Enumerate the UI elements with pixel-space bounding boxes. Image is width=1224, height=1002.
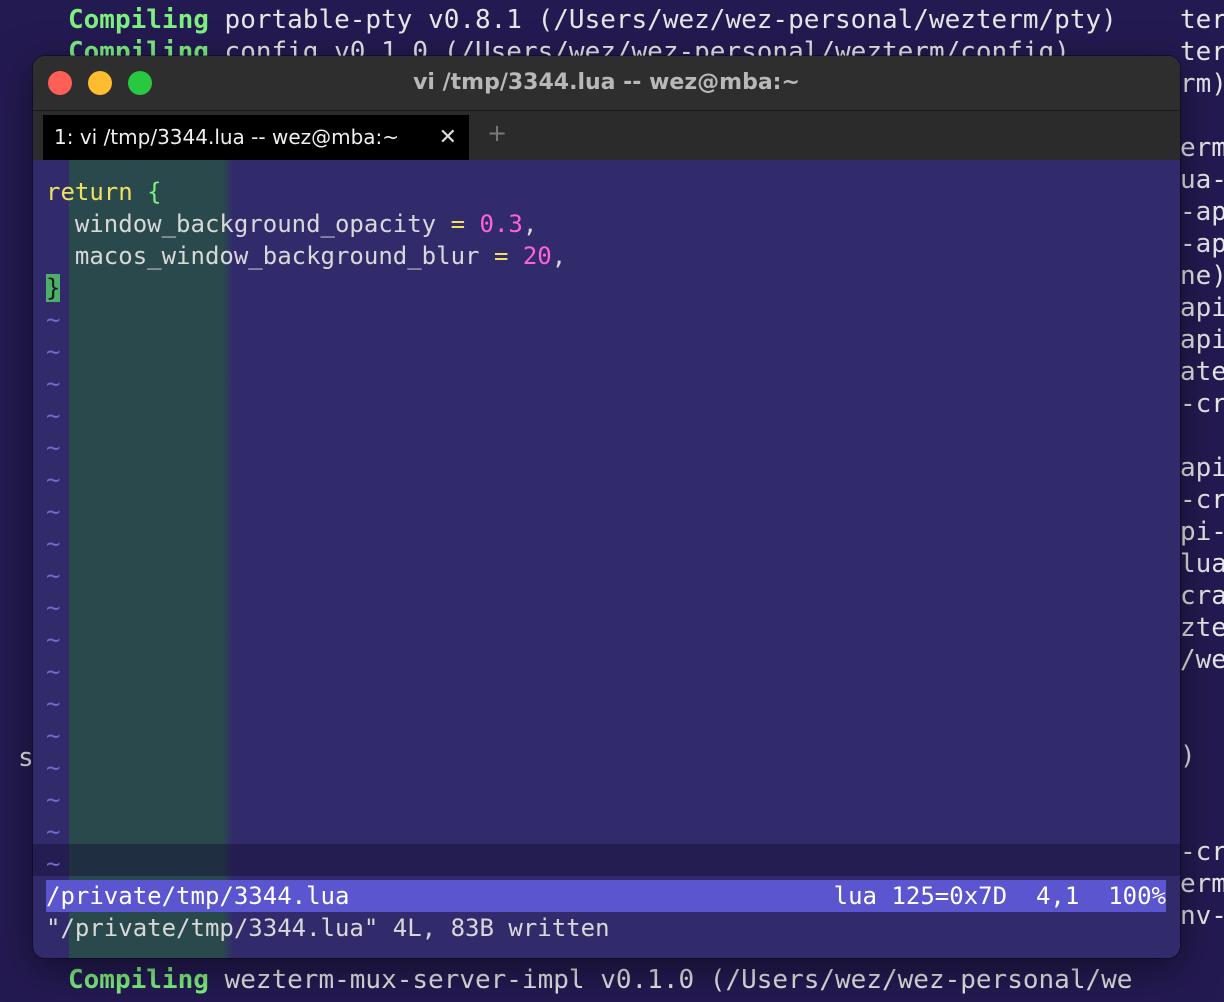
bg-right-fragment: -cr: [1180, 837, 1224, 867]
tilde-marker: ~: [46, 626, 61, 654]
new-tab-button[interactable]: +: [487, 119, 507, 147]
tilde-marker: ~: [46, 498, 61, 526]
window-title: vi /tmp/3344.lua -- wez@mba:~: [413, 70, 800, 95]
bg-right-fragment: nv-: [1180, 901, 1224, 931]
terminal-window[interactable]: vi /tmp/3344.lua -- wez@mba:~ 1: vi /tmp…: [33, 56, 1180, 958]
bg-right-fragment: ua-: [1180, 165, 1224, 195]
bg-right-fragment: [1180, 772, 1224, 804]
bg-right-fragment: [1180, 708, 1224, 740]
bg-keyword: Compiling: [68, 965, 209, 995]
tilde-marker: ~: [46, 818, 61, 846]
bg-right-fragment: pi-: [1180, 517, 1224, 547]
tilde-marker: ~: [46, 306, 61, 334]
config-key: macos_window_background_blur: [46, 242, 480, 270]
tilde-marker: ~: [46, 530, 61, 558]
bg-right-fragment: ter: [1180, 37, 1224, 67]
keyword-return: return: [46, 178, 133, 206]
open-brace: {: [147, 178, 162, 206]
tab-label: 1: vi /tmp/3344.lua -- wez@mba:~: [54, 125, 400, 149]
title-bar[interactable]: vi /tmp/3344.lua -- wez@mba:~: [33, 56, 1180, 111]
tilde-marker: ~: [46, 658, 61, 686]
tilde-marker: ~: [46, 786, 61, 814]
comma: ,: [551, 242, 567, 270]
bg-right-fragment: ): [1180, 741, 1196, 771]
bg-keyword: Compiling: [68, 5, 209, 35]
status-file-path: /private/tmp/3344.lua: [46, 882, 350, 910]
close-tab-icon[interactable]: ✕: [439, 115, 457, 160]
terminal-content[interactable]: return { window_background_opacity = 0.3…: [33, 160, 1180, 958]
code-line-3: macos_window_background_blur = 20,: [46, 240, 566, 272]
tilde-marker: ~: [46, 370, 61, 398]
assign-operator: =: [450, 210, 466, 238]
status-position-info: lua 125=0x7D 4,1 100%: [833, 882, 1166, 910]
bg-right-fragment: api: [1180, 293, 1224, 323]
tilde-marker: ~: [46, 594, 61, 622]
text-cursor: }: [46, 274, 61, 302]
tilde-marker: ~: [46, 562, 61, 590]
config-value: 0.3: [479, 210, 523, 238]
config-value: 20: [522, 242, 552, 270]
bg-right-fragment: api: [1180, 453, 1224, 483]
tilde-marker: ~: [46, 754, 61, 782]
bg-right-fragment: [1180, 676, 1224, 708]
bg-right-fragment: -ap: [1180, 229, 1224, 259]
bg-left-fragment: s: [18, 743, 34, 773]
assign-operator: =: [493, 242, 509, 270]
tilde-marker: ~: [46, 850, 61, 878]
tab-active[interactable]: 1: vi /tmp/3344.lua -- wez@mba:~ ✕: [43, 115, 469, 160]
bg-right-fragment: [1180, 100, 1224, 132]
bg-compile-line: Compiling wezterm-mux-server-impl v0.1.0…: [68, 964, 1132, 996]
background-blur-band: [33, 844, 1180, 876]
code-line-4: }: [46, 272, 61, 304]
bg-right-fragment: api: [1180, 325, 1224, 355]
vim-message-line: "/private/tmp/3344.lua" 4L, 83B written: [46, 914, 610, 942]
tilde-marker: ~: [46, 466, 61, 494]
bg-right-fragment: -ap: [1180, 197, 1224, 227]
vim-status-line: /private/tmp/3344.lua lua 125=0x7D 4,1 1…: [46, 880, 1166, 912]
bg-right-fragment: erm: [1180, 869, 1224, 899]
tilde-marker: ~: [46, 338, 61, 366]
bg-right-fragment: zte: [1180, 613, 1224, 643]
comma: ,: [522, 210, 538, 238]
tilde-marker: ~: [46, 402, 61, 430]
tab-bar: 1: vi /tmp/3344.lua -- wez@mba:~ ✕ +: [33, 111, 1180, 160]
bg-compile-line: Compiling portable-pty v0.8.1 (/Users/we…: [68, 4, 1117, 36]
bg-right-fragment: -cr: [1180, 389, 1224, 419]
tilde-marker: ~: [46, 690, 61, 718]
bg-right-fragment: ne): [1180, 261, 1224, 291]
bg-right-fragment: cra: [1180, 581, 1224, 611]
bg-text: wezterm-mux-server-impl v0.1.0 (/Users/w…: [208, 965, 1133, 995]
bg-right-fragment: ter: [1180, 5, 1224, 35]
code-line-1: return {: [46, 176, 162, 208]
bg-right-fragment: erm: [1180, 133, 1224, 163]
config-key: window_background_opacity: [46, 210, 437, 238]
bg-right-fragment: lua: [1180, 549, 1224, 579]
bg-right-fragment: ate: [1180, 357, 1224, 387]
bg-text: portable-pty v0.8.1 (/Users/wez/wez-pers…: [208, 5, 1117, 35]
bg-right-fragment: rm): [1180, 69, 1224, 99]
code-line-2: window_background_opacity = 0.3,: [46, 208, 537, 240]
tilde-marker: ~: [46, 722, 61, 750]
bg-right-fragment: -cr: [1180, 485, 1224, 515]
bg-right-fragment: [1180, 804, 1224, 836]
tilde-marker: ~: [46, 434, 61, 462]
bg-right-fragment: [1180, 420, 1224, 452]
bg-right-fragment: /we: [1180, 645, 1224, 675]
